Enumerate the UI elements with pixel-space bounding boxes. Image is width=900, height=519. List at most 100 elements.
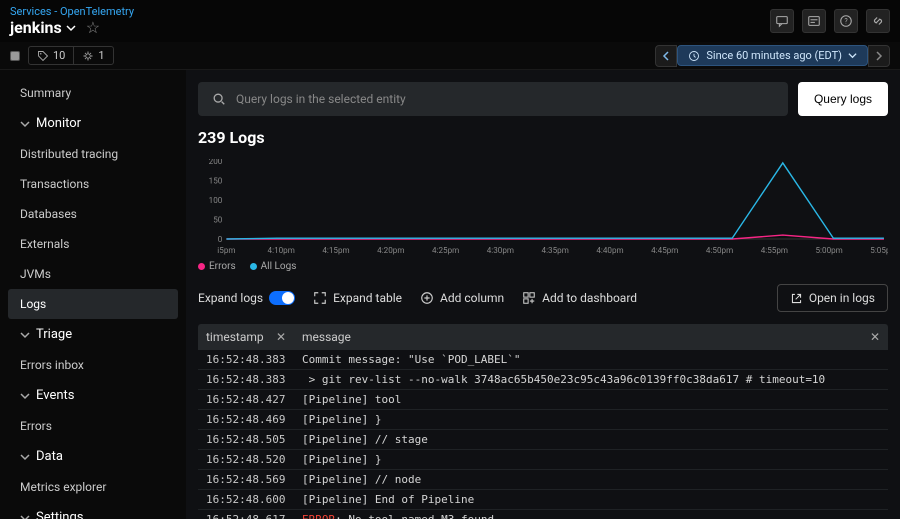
remove-column-icon[interactable]: ✕ — [276, 330, 286, 344]
tags-pill[interactable]: 10 — [29, 47, 73, 64]
legend-dot-icon — [250, 263, 257, 270]
sidebar-header-label: Monitor — [36, 116, 81, 131]
time-prev[interactable] — [655, 45, 677, 67]
legend-all-logs[interactable]: All Logs — [250, 261, 297, 272]
query-placeholder: Query logs in the selected entity — [236, 92, 406, 106]
sidebar-item-transactions[interactable]: Transactions — [8, 169, 178, 199]
page-title[interactable]: jenkins — [10, 18, 76, 37]
svg-text:?: ? — [844, 18, 848, 26]
svg-text:4:30pm: 4:30pm — [487, 246, 514, 255]
sidebar-item-errors-inbox[interactable]: Errors inbox — [8, 350, 178, 380]
gear-icon — [82, 50, 94, 62]
sidebar-item-metrics-explorer[interactable]: Metrics explorer — [8, 472, 178, 502]
tag-icon — [37, 50, 49, 62]
add-column-button[interactable]: Add column — [420, 291, 504, 305]
expand-icon — [313, 291, 327, 305]
breadcrumb[interactable]: Services - OpenTelemetry — [10, 5, 134, 18]
svg-text:4:50pm: 4:50pm — [706, 246, 733, 255]
sidebar-item-distributed-tracing[interactable]: Distributed tracing — [8, 139, 178, 169]
sidebar-item-summary[interactable]: Summary — [8, 78, 178, 108]
workload-icon[interactable] — [802, 9, 826, 33]
logs-chart[interactable]: 050100150200i5pm4:10pm4:15pm4:20pm4:25pm… — [198, 159, 888, 272]
svg-text:4:40pm: 4:40pm — [596, 246, 623, 255]
svg-text:4:10pm: 4:10pm — [268, 246, 295, 255]
expand-logs-label: Expand logs — [198, 291, 263, 305]
teams-pill[interactable]: 1 — [73, 47, 112, 64]
sidebar-header-monitor[interactable]: Monitor — [8, 108, 178, 139]
expand-table-button[interactable]: Expand table — [313, 291, 402, 305]
log-message: Commit message: "Use `POD_LABEL`" — [294, 350, 888, 369]
sidebar-item-databases[interactable]: Databases — [8, 199, 178, 229]
logs-count: 239 Logs — [198, 128, 888, 147]
svg-text:5:00pm: 5:00pm — [816, 246, 843, 255]
legend-errors[interactable]: Errors — [198, 261, 236, 272]
remove-column-icon[interactable]: ✕ — [870, 330, 880, 344]
sidebar-item-errors[interactable]: Errors — [8, 411, 178, 441]
svg-text:4:45pm: 4:45pm — [651, 246, 678, 255]
expand-logs-toggle[interactable]: Expand logs — [198, 291, 295, 305]
chevron-down-icon — [20, 119, 30, 129]
sidebar: Summary Monitor Distributed tracingTransac… — [0, 70, 186, 519]
log-timestamp: 16:52:48.469 — [198, 410, 294, 429]
query-input[interactable]: Query logs in the selected entity — [198, 82, 788, 116]
svg-text:5:05pm: 5:05pm — [870, 246, 888, 255]
log-row[interactable]: 16:52:48.469[Pipeline] } — [198, 410, 888, 430]
clock-icon — [688, 50, 700, 62]
time-next[interactable] — [868, 45, 890, 67]
sidebar-header-settings[interactable]: Settings — [8, 502, 178, 519]
sidebar-item-jvms[interactable]: JVMs — [8, 259, 178, 289]
open-in-logs-button[interactable]: Open in logs — [777, 284, 888, 312]
svg-text:i5pm: i5pm — [217, 246, 235, 255]
add-dashboard-button[interactable]: Add to dashboard — [522, 291, 637, 305]
chevron-down-icon — [20, 452, 30, 462]
svg-text:150: 150 — [209, 177, 223, 186]
sidebar-header-label: Settings — [36, 510, 83, 519]
log-timestamp: 16:52:48.600 — [198, 490, 294, 509]
log-row[interactable]: 16:52:48.505[Pipeline] // stage — [198, 430, 888, 450]
log-row[interactable]: 16:52:48.520[Pipeline] } — [198, 450, 888, 470]
star-icon[interactable]: ☆ — [86, 18, 100, 37]
help-icon[interactable]: ? — [834, 9, 858, 33]
time-picker[interactable]: Since 60 minutes ago (EDT) — [677, 45, 868, 66]
log-row[interactable]: 16:52:48.383Commit message: "Use `POD_LA… — [198, 350, 888, 370]
log-timestamp: 16:52:48.427 — [198, 390, 294, 409]
sidebar-header-label: Triage — [36, 327, 72, 342]
column-message[interactable]: message ✕ — [294, 324, 888, 350]
log-message: [Pipeline] tool — [294, 390, 888, 409]
log-row[interactable]: 16:52:48.427[Pipeline] tool — [198, 390, 888, 410]
log-message: [Pipeline] } — [294, 410, 888, 429]
svg-text:4:55pm: 4:55pm — [761, 246, 788, 255]
feedback-icon[interactable] — [770, 9, 794, 33]
query-logs-button[interactable]: Query logs — [798, 82, 888, 116]
search-icon — [212, 92, 226, 106]
sidebar-header-triage[interactable]: Triage — [8, 319, 178, 350]
log-timestamp: 16:52:48.520 — [198, 450, 294, 469]
log-message: [Pipeline] End of Pipeline — [294, 490, 888, 509]
sidebar-header-events[interactable]: Events — [8, 380, 178, 411]
sidebar-header-data[interactable]: Data — [8, 441, 178, 472]
log-timestamp: 16:52:48.383 — [198, 370, 294, 389]
log-message: ERROR: No tool named M3 found — [294, 510, 888, 519]
log-message: > git rev-list --no-walk 3748ac65b450e23… — [294, 370, 888, 389]
svg-text:4:35pm: 4:35pm — [542, 246, 569, 255]
chart-svg: 050100150200i5pm4:10pm4:15pm4:20pm4:25pm… — [198, 159, 888, 255]
status-dot-icon — [10, 51, 20, 61]
log-row[interactable]: 16:52:48.383 > git rev-list --no-walk 37… — [198, 370, 888, 390]
chevron-right-icon — [874, 51, 884, 61]
chevron-down-icon — [66, 23, 76, 33]
column-timestamp[interactable]: timestamp ✕ — [198, 324, 294, 350]
log-row[interactable]: 16:52:48.617ERROR: No tool named M3 foun… — [198, 510, 888, 519]
log-message: [Pipeline] } — [294, 450, 888, 469]
chevron-left-icon — [661, 51, 671, 61]
log-timestamp: 16:52:48.569 — [198, 470, 294, 489]
sidebar-item-logs[interactable]: Logs — [8, 289, 178, 319]
log-row[interactable]: 16:52:48.600[Pipeline] End of Pipeline — [198, 490, 888, 510]
log-row[interactable]: 16:52:48.569[Pipeline] // node — [198, 470, 888, 490]
legend-all-logs-label: All Logs — [261, 261, 297, 272]
link-icon[interactable] — [866, 9, 890, 33]
log-table-body[interactable]: 16:52:48.383Commit message: "Use `POD_LA… — [198, 350, 888, 519]
sidebar-item-externals[interactable]: Externals — [8, 229, 178, 259]
legend-errors-label: Errors — [209, 261, 236, 272]
svg-text:4:20pm: 4:20pm — [377, 246, 404, 255]
add-dashboard-label: Add to dashboard — [542, 291, 637, 305]
